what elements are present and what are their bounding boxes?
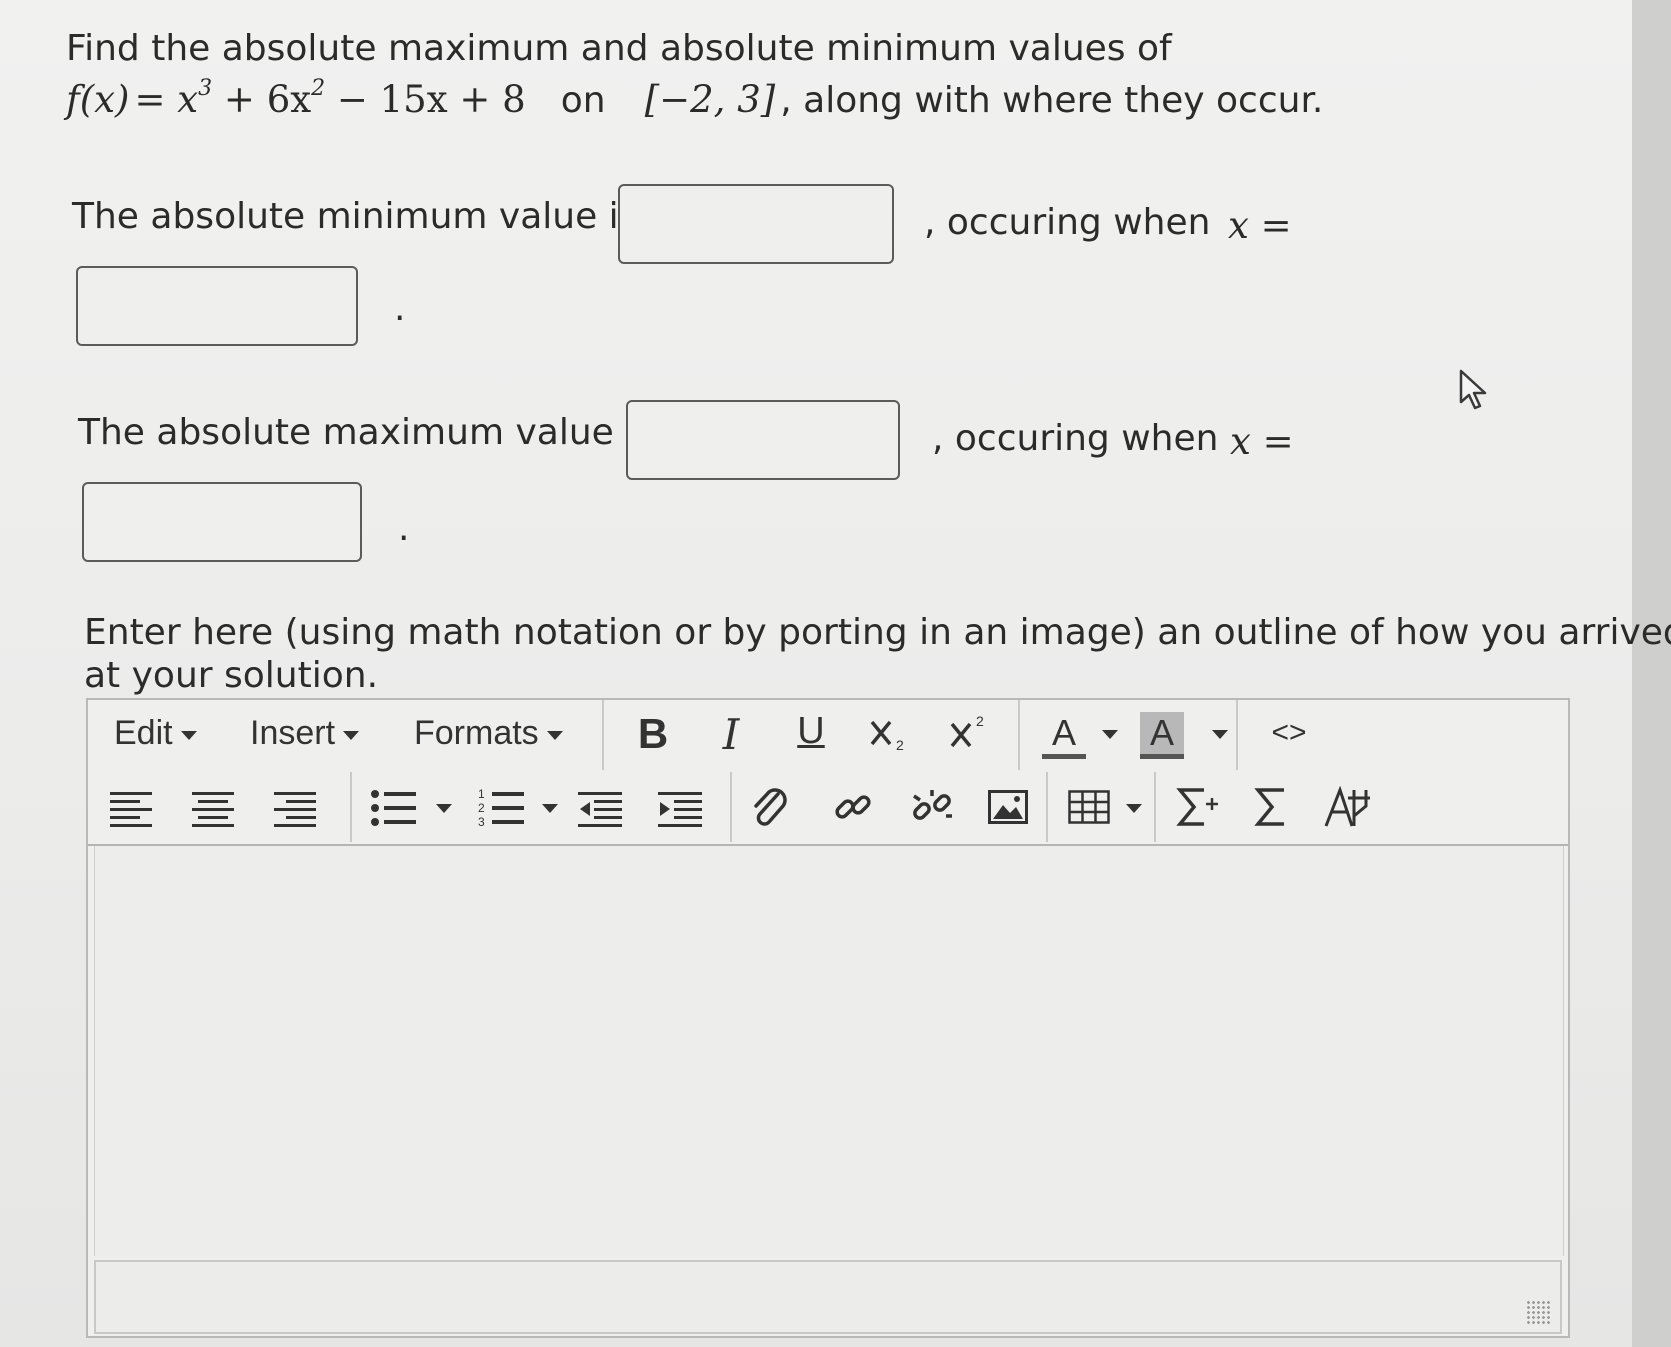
chevron-down-icon[interactable] — [1212, 730, 1228, 739]
interval: [−2, 3] — [644, 78, 776, 121]
bold-icon[interactable]: B — [628, 710, 678, 758]
svg-text:1: 1 — [478, 787, 485, 801]
editor-status-bar — [94, 1260, 1562, 1334]
image-icon[interactable] — [988, 790, 1028, 824]
unlink-icon[interactable] — [910, 786, 954, 828]
question-line-1: Find the absolute maximum and absolute m… — [66, 28, 1172, 69]
instructions-line-2: at your solution. — [84, 655, 379, 696]
indent-icon[interactable] — [658, 790, 702, 828]
svg-text:3: 3 — [478, 815, 485, 828]
numbered-list-icon[interactable]: 123 — [478, 786, 524, 828]
max-period: . — [398, 508, 410, 549]
toolbar-divider — [1018, 700, 1020, 770]
chevron-down-icon[interactable] — [436, 804, 452, 813]
font-color-icon[interactable]: A — [1042, 712, 1086, 759]
min-period: . — [394, 288, 406, 329]
svg-text:2: 2 — [896, 737, 904, 753]
function-lhs: f(x) — [66, 78, 130, 121]
menu-insert[interactable]: Insert — [250, 714, 360, 753]
bullet-list-icon[interactable] — [370, 788, 416, 828]
sigma-icon[interactable] — [1254, 786, 1286, 828]
toolbar-divider — [350, 772, 352, 842]
window-edge — [1632, 0, 1671, 1347]
toolbar-divider — [730, 772, 732, 842]
insert-formula-icon[interactable] — [1176, 786, 1220, 828]
svg-text:2: 2 — [976, 713, 984, 729]
align-center-icon[interactable] — [192, 790, 234, 828]
menu-edit[interactable]: Edit — [114, 714, 197, 753]
source-code-icon[interactable]: <> — [1264, 716, 1314, 750]
toolbar-row-2: 123 — [88, 772, 1568, 846]
chevron-down-icon[interactable] — [542, 804, 558, 813]
function-rhs: x3 + 6x2 − 15x + 8 — [177, 75, 526, 121]
max-value-input[interactable] — [626, 400, 900, 480]
chevron-down-icon[interactable] — [1102, 730, 1118, 739]
attachment-icon[interactable] — [750, 786, 790, 830]
min-occurring-text: , occuring when — [924, 202, 1211, 243]
toolbar-row-1: Edit Insert Formats B I U 2 2 A A <> — [88, 700, 1568, 772]
table-icon[interactable] — [1068, 790, 1110, 824]
special-char-icon[interactable] — [1324, 786, 1370, 830]
outdent-icon[interactable] — [578, 790, 622, 828]
chevron-down-icon — [180, 730, 197, 740]
align-right-icon[interactable] — [274, 790, 316, 828]
min-value-input[interactable] — [618, 184, 894, 264]
editor-content-area[interactable] — [94, 846, 1564, 1256]
menu-formats[interactable]: Formats — [414, 714, 563, 753]
question-tail: , along with where they occur. — [780, 80, 1324, 121]
min-label: The absolute minimum value is — [72, 196, 638, 237]
question-line-2: f(x) = x3 + 6x2 − 15x + 8 on [−2, 3] , a… — [66, 75, 1324, 121]
max-occurring-text: , occuring when — [932, 418, 1219, 459]
rich-text-editor: Edit Insert Formats B I U 2 2 A A <> 1 2… — [86, 698, 1570, 1338]
chevron-down-icon — [546, 730, 563, 740]
toolbar-divider — [1154, 772, 1156, 842]
align-left-icon[interactable] — [110, 790, 152, 828]
toolbar-divider — [1046, 772, 1048, 842]
italic-icon[interactable]: I — [708, 710, 754, 759]
max-label: The absolute maximum value is — [78, 412, 654, 453]
chevron-down-icon — [343, 730, 360, 740]
max-x-input[interactable] — [82, 482, 362, 562]
resize-handle-icon[interactable] — [1526, 1300, 1550, 1324]
toolbar-divider — [602, 700, 604, 770]
min-x-input[interactable] — [76, 266, 358, 346]
underline-icon[interactable]: U — [788, 710, 834, 753]
chevron-down-icon[interactable] — [1126, 804, 1142, 813]
subscript-icon[interactable]: 2 — [868, 714, 912, 754]
superscript-icon[interactable]: 2 — [948, 710, 992, 754]
min-x-equals: x = — [1228, 204, 1292, 247]
link-icon[interactable] — [832, 786, 874, 828]
on-word: on — [560, 80, 606, 121]
max-x-equals: x = — [1230, 420, 1294, 463]
background-color-icon[interactable]: A — [1140, 712, 1184, 759]
svg-text:2: 2 — [478, 801, 485, 815]
mouse-pointer-icon — [1458, 368, 1492, 416]
instructions-line-1: Enter here (using math notation or by po… — [84, 612, 1671, 653]
toolbar-divider — [1236, 700, 1238, 770]
